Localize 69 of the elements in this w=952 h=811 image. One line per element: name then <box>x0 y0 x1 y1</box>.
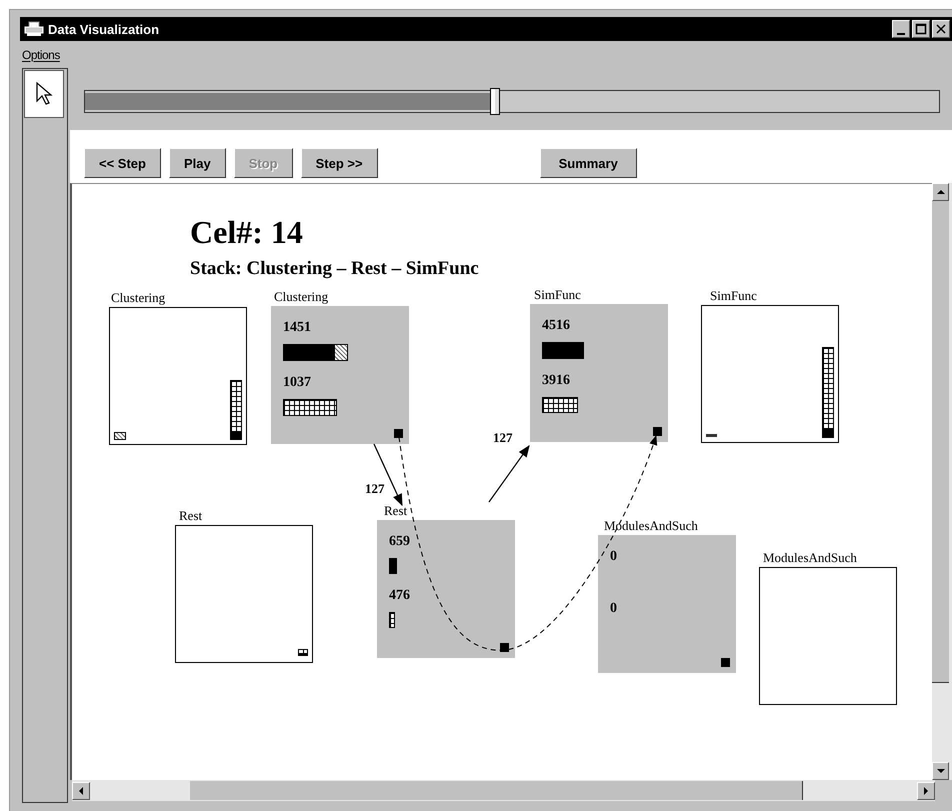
horizontal-scrollbar[interactable] <box>72 780 935 801</box>
scroll-thumb[interactable] <box>190 781 803 800</box>
menu-item[interactable]: Options <box>22 48 60 62</box>
node-label: Rest <box>179 508 202 524</box>
maximize-button[interactable] <box>912 20 930 38</box>
scroll-left-icon[interactable] <box>72 782 90 800</box>
count-value: 1037 <box>283 375 311 392</box>
grid-bar-icon <box>389 612 395 628</box>
count-value: 0 <box>610 601 617 617</box>
close-button[interactable] <box>932 20 950 38</box>
history-node-frame[interactable] <box>175 525 313 663</box>
node-label: SimFunc <box>534 287 581 303</box>
grid-swatch-icon <box>298 649 308 656</box>
square-marker-icon <box>500 643 509 652</box>
active-node-panel[interactable]: 1451 1037 <box>271 306 409 444</box>
grid-gauge-icon <box>230 380 242 440</box>
count-value: 0 <box>610 549 617 565</box>
grid-bar-icon <box>283 399 337 416</box>
solid-bar-icon <box>389 558 397 574</box>
dash-icon <box>706 434 717 437</box>
step-control-button[interactable]: Step >> <box>300 148 378 178</box>
pointer-tool-button[interactable] <box>24 70 64 118</box>
node-label: Clustering <box>274 289 328 305</box>
edge-label: 127 <box>493 430 512 446</box>
scroll-right-icon[interactable] <box>917 782 935 800</box>
count-value: 4516 <box>542 318 570 334</box>
active-node-panel[interactable]: 0 0 <box>598 535 736 673</box>
square-marker-icon <box>653 427 662 436</box>
cursor-icon <box>34 81 54 107</box>
maximize-icon <box>915 23 927 35</box>
scroll-down-icon[interactable] <box>932 762 949 780</box>
slider-track[interactable] <box>84 90 940 113</box>
node-label: Rest <box>384 503 408 519</box>
slider-thumb[interactable] <box>490 88 500 115</box>
hatched-bar-icon <box>283 344 348 362</box>
node-label: ModulesAndSuch <box>604 518 698 534</box>
window-title: Data Visualization <box>48 22 160 36</box>
step-control-button[interactable]: << Step <box>84 148 161 178</box>
edge-label: 127 <box>365 481 384 497</box>
scroll-thumb[interactable] <box>932 201 949 683</box>
grid-gauge-icon <box>822 347 834 438</box>
step-control-button[interactable]: Play <box>168 148 226 178</box>
solid-bar-icon <box>542 342 584 359</box>
node-label: ModulesAndSuch <box>763 550 857 566</box>
hatched-swatch-icon <box>114 432 126 440</box>
close-icon <box>935 23 947 35</box>
grid-bar-icon <box>542 397 578 413</box>
history-node-frame[interactable] <box>701 305 839 443</box>
square-marker-icon <box>394 429 403 438</box>
scroll-up-icon[interactable] <box>932 183 949 201</box>
history-node-frame[interactable] <box>759 567 897 705</box>
stack-heading: Stack: Clustering – Rest – SimFunc <box>190 258 479 280</box>
summary-button[interactable]: Summary <box>540 148 637 178</box>
printer-icon <box>24 21 44 37</box>
count-value: 1451 <box>283 320 311 336</box>
active-node-panel[interactable]: 4516 3916 <box>530 304 668 442</box>
count-value: 659 <box>389 534 410 550</box>
count-value: 476 <box>389 588 410 604</box>
minimize-button[interactable] <box>892 20 910 38</box>
flow-arrow <box>488 445 530 502</box>
square-marker-icon <box>721 658 730 667</box>
active-node-panel[interactable]: 659 476 <box>377 520 515 658</box>
node-label: SimFunc <box>710 288 757 304</box>
minimize-icon <box>897 32 905 34</box>
node-label: Clustering <box>111 290 166 306</box>
vertical-scrollbar[interactable] <box>932 183 952 780</box>
cell-heading: Cel#: 14 <box>190 214 303 251</box>
history-node-frame[interactable] <box>109 307 247 445</box>
count-value: 3916 <box>542 373 570 389</box>
